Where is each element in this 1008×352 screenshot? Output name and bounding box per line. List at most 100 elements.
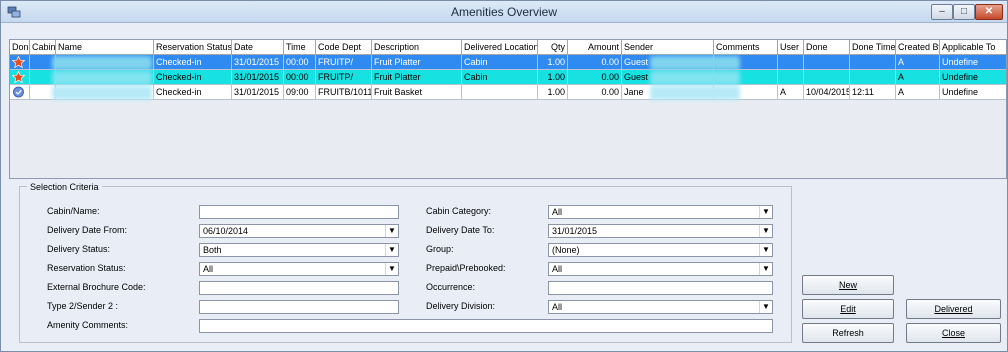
group-label: Group: — [426, 244, 454, 254]
column-header-time[interactable]: Time — [284, 40, 316, 55]
chevron-down-icon[interactable]: ▼ — [759, 263, 772, 275]
chevron-down-icon[interactable]: ▼ — [759, 244, 772, 256]
column-header-cabin[interactable]: Cabin — [30, 40, 56, 55]
close-button-label: Close — [941, 328, 965, 338]
time-cell: 09:00 — [284, 85, 316, 100]
column-header-delivered-location[interactable]: Delivered Location — [462, 40, 538, 55]
table-row[interactable]: Checked-in 31/01/2015 00:00 FRUITP/ Frui… — [10, 55, 1006, 70]
delivery-status-value: Both — [203, 245, 222, 255]
done-time-cell — [850, 70, 896, 85]
group-value: (None) — [552, 245, 580, 255]
description-cell: Fruit Platter — [372, 55, 462, 70]
column-header-date[interactable]: Date — [232, 40, 284, 55]
delivery-division-dropdown[interactable]: All ▼ — [548, 300, 773, 314]
column-header-created-by[interactable]: Created By — [896, 40, 940, 55]
done-cell — [10, 85, 30, 100]
maximize-button[interactable]: □ — [953, 4, 975, 20]
cabin-category-dropdown[interactable]: All ▼ — [548, 205, 773, 219]
reservation-status-cell: Checked-in — [154, 85, 232, 100]
new-button[interactable]: New — [802, 275, 894, 295]
star-badge-icon — [12, 56, 25, 68]
delivered-button[interactable]: Delivered — [906, 299, 1001, 319]
delivered-button-label: Delivered — [934, 304, 973, 314]
title-bar[interactable]: Amenities Overview – □ ✕ — [1, 1, 1007, 23]
delivery-division-value: All — [552, 302, 563, 312]
column-header-done[interactable]: Done — [10, 40, 30, 55]
type2-sender2-input[interactable] — [199, 300, 399, 314]
star-badge-icon — [12, 71, 25, 83]
chevron-down-icon[interactable]: ▼ — [385, 244, 398, 256]
amount-cell: 0.00 — [568, 70, 622, 85]
chevron-down-icon[interactable]: ▼ — [385, 263, 398, 275]
edit-button-label: Edit — [840, 304, 856, 314]
column-header-reservation-status[interactable]: Reservation Status — [154, 40, 232, 55]
redaction-blur — [52, 86, 152, 100]
delivery-status-dropdown[interactable]: Both ▼ — [199, 243, 399, 257]
occurrence-input[interactable] — [548, 281, 773, 295]
amenities-overview-window: Amenities Overview – □ ✕ Done Cabin Name… — [0, 0, 1008, 352]
done-cell — [10, 55, 30, 70]
clock-check-icon — [13, 86, 24, 98]
chevron-down-icon[interactable]: ▼ — [385, 225, 398, 237]
amenity-comments-input[interactable] — [199, 319, 773, 333]
type2-sender2-label: Type 2/Sender 2 : — [47, 301, 119, 311]
table-row[interactable]: Checked-in 31/01/2015 09:00 FRUITB/1011 … — [10, 85, 1006, 100]
column-header-comments[interactable]: Comments — [714, 40, 778, 55]
code-dept-cell: FRUITB/1011 — [316, 85, 372, 100]
cabin-name-label: Cabin/Name: — [47, 206, 100, 216]
created-by-cell: A — [896, 85, 940, 100]
column-header-sender[interactable]: Sender — [622, 40, 714, 55]
external-brochure-code-input[interactable] — [199, 281, 399, 295]
delivered-location-cell: Cabin — [462, 55, 538, 70]
close-window-button[interactable]: ✕ — [975, 4, 1003, 20]
occurrence-label: Occurrence: — [426, 282, 476, 292]
code-dept-cell: FRUITP/ — [316, 70, 372, 85]
done-time-cell — [850, 55, 896, 70]
column-header-amount[interactable]: Amount — [568, 40, 622, 55]
delivery-date-from-label: Delivery Date From: — [47, 225, 128, 235]
refresh-button-label: Refresh — [832, 328, 864, 338]
refresh-button[interactable]: Refresh — [802, 323, 894, 343]
column-header-qty[interactable]: Qty — [538, 40, 568, 55]
redaction-blur — [52, 71, 152, 85]
applicable-to-cell: Undefine — [940, 85, 1006, 100]
close-button[interactable]: Close — [906, 323, 1001, 343]
description-cell: Fruit Basket — [372, 85, 462, 100]
prepaid-prebooked-label: Prepaid\Prebooked: — [426, 263, 506, 273]
group-dropdown[interactable]: (None) ▼ — [548, 243, 773, 257]
prepaid-prebooked-dropdown[interactable]: All ▼ — [548, 262, 773, 276]
done-date-cell — [804, 55, 850, 70]
date-cell: 31/01/2015 — [232, 70, 284, 85]
time-cell: 00:00 — [284, 70, 316, 85]
done-time-cell: 12:11 — [850, 85, 896, 100]
delivered-location-cell: Cabin — [462, 70, 538, 85]
chevron-down-icon[interactable]: ▼ — [759, 225, 772, 237]
column-header-applicable-to[interactable]: Applicable To — [940, 40, 1006, 55]
amount-cell: 0.00 — [568, 85, 622, 100]
chevron-down-icon[interactable]: ▼ — [759, 206, 772, 218]
chevron-down-icon[interactable]: ▼ — [759, 301, 772, 313]
time-cell: 00:00 — [284, 55, 316, 70]
qty-cell: 1.00 — [538, 70, 568, 85]
delivery-date-to-dropdown[interactable]: 31/01/2015 ▼ — [548, 224, 773, 238]
reservation-status-cell: Checked-in — [154, 55, 232, 70]
cabin-category-value: All — [552, 207, 563, 217]
column-header-name[interactable]: Name — [56, 40, 154, 55]
column-header-user[interactable]: User — [778, 40, 804, 55]
column-header-done-time[interactable]: Done Time — [850, 40, 896, 55]
amount-cell: 0.00 — [568, 55, 622, 70]
delivery-date-from-dropdown[interactable]: 06/10/2014 ▼ — [199, 224, 399, 238]
delivery-date-to-label: Delivery Date To: — [426, 225, 495, 235]
user-cell — [778, 55, 804, 70]
code-dept-cell: FRUITP/ — [316, 55, 372, 70]
minimize-button[interactable]: – — [931, 4, 953, 20]
table-row[interactable]: Checked-in 31/01/2015 00:00 FRUITP/ Frui… — [10, 70, 1006, 85]
column-header-description[interactable]: Description — [372, 40, 462, 55]
column-header-code-dept[interactable]: Code Dept — [316, 40, 372, 55]
column-header-done-date[interactable]: Done — [804, 40, 850, 55]
reservation-status-label: Reservation Status: — [47, 263, 126, 273]
cabin-name-input[interactable] — [199, 205, 399, 219]
edit-button[interactable]: Edit — [802, 299, 894, 319]
reservation-status-dropdown[interactable]: All ▼ — [199, 262, 399, 276]
amenities-grid[interactable]: Done Cabin Name Reservation Status Date … — [9, 39, 1007, 179]
